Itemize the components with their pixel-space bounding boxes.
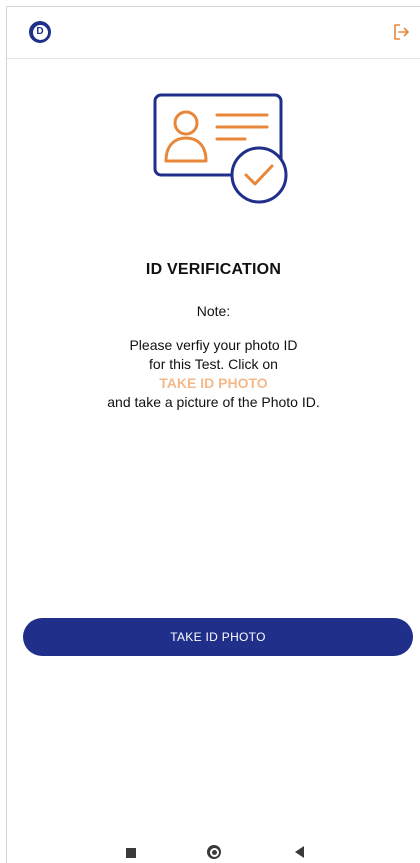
app-screen: D ID VERIFICATION Note: Please verfiy yo… (6, 6, 420, 863)
take-id-photo-button[interactable]: TAKE ID PHOTO (23, 618, 413, 656)
instructions-text: Please verfiy your photo ID for this Tes… (7, 336, 420, 412)
home-dot (211, 849, 217, 855)
instructions-line-1: Please verfiy your photo ID (129, 337, 298, 353)
home-ring (209, 847, 219, 857)
instructions-line-3: and take a picture of the Photo ID. (107, 394, 320, 410)
page-title: ID VERIFICATION (145, 261, 282, 278)
system-nav-bar (7, 835, 420, 863)
logout-icon (394, 24, 409, 40)
triangle-back-icon[interactable] (295, 846, 304, 858)
note-label: Note: (196, 303, 231, 319)
id-card-verified-icon (153, 93, 288, 204)
brand-logo-letter: D (32, 24, 48, 40)
app-bar: D (7, 7, 420, 59)
logout-button[interactable] (388, 19, 414, 45)
circle-icon[interactable] (207, 845, 221, 859)
instructions-highlight: TAKE ID PHOTO (159, 375, 268, 391)
brand-logo[interactable]: D (29, 21, 51, 43)
square-icon[interactable] (126, 848, 136, 858)
instructions-line-2: for this Test. Click on (149, 356, 278, 372)
